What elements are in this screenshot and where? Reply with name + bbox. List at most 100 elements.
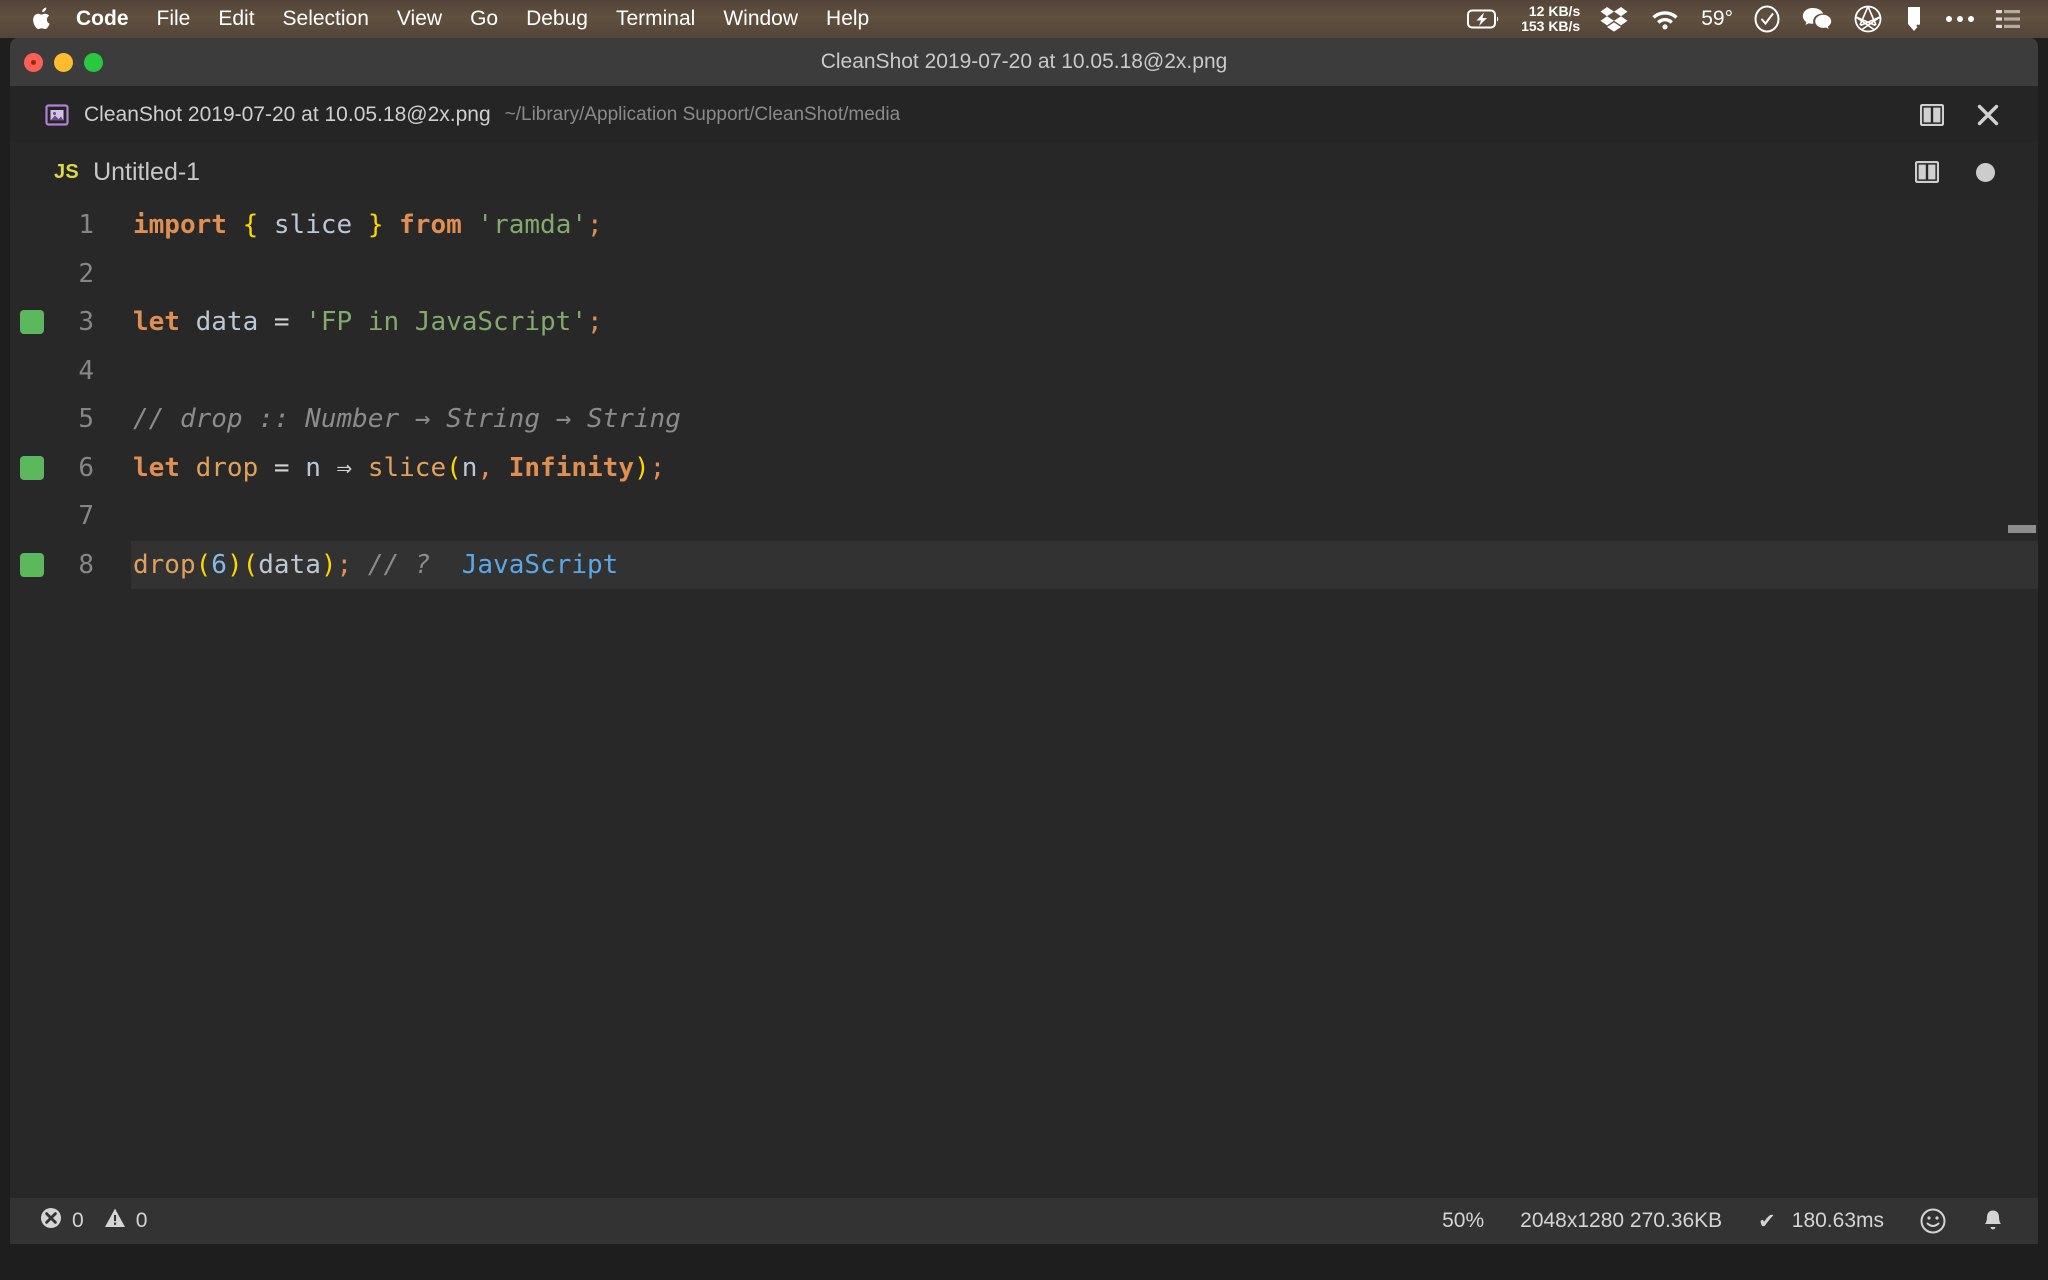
- code-line[interactable]: 6 let drop = n ⇒ slice(n, Infinity);: [10, 444, 2038, 493]
- apple-logo-icon[interactable]: [22, 0, 62, 38]
- status-bar-left: 0 0: [10, 1198, 155, 1244]
- timing-value: 180.63ms: [1791, 1209, 1884, 1232]
- code-token: let: [133, 307, 180, 338]
- code-token: n: [461, 452, 478, 483]
- git-modified-marker[interactable]: [20, 455, 44, 480]
- code-token: ⇒: [336, 452, 353, 483]
- list-menu-icon[interactable]: [1985, 0, 2032, 38]
- code-line[interactable]: 5 // drop :: Number → String → String: [10, 395, 2038, 444]
- code-line[interactable]: 1 import { slice } from 'ramda';: [10, 201, 2038, 250]
- wifi-icon[interactable]: [1639, 0, 1691, 38]
- code-token: ;: [586, 307, 603, 338]
- file-bar-actions: [1904, 87, 2038, 143]
- cleanshot-icon[interactable]: [1893, 0, 1935, 38]
- overview-ruler-mark: [2008, 525, 2036, 534]
- line-number: 2: [78, 258, 94, 289]
- menu-item-go[interactable]: Go: [456, 0, 512, 38]
- code-token: data: [258, 549, 321, 580]
- breadcrumb-file-name[interactable]: CleanShot 2019-07-20 at 10.05.18@2x.png: [84, 103, 491, 127]
- code-token: slice: [367, 452, 447, 483]
- code-token: {: [242, 210, 259, 241]
- zoom-window-button[interactable]: [84, 52, 103, 72]
- zoom-level[interactable]: 50%: [1424, 1198, 1502, 1244]
- split-editor-icon[interactable]: [1898, 143, 1956, 201]
- code-token: ;: [649, 452, 666, 483]
- network-speed-indicator[interactable]: 12 KB/s 153 KB/s: [1512, 4, 1589, 33]
- code-text: drop(6)(data); // ? JavaScript: [112, 552, 618, 578]
- unsaved-dot-icon[interactable]: [1956, 143, 2014, 201]
- check-icon: ✔: [1758, 1209, 1776, 1233]
- image-info[interactable]: 2048x1280 270.36KB: [1502, 1198, 1740, 1244]
- menu-item-edit[interactable]: Edit: [204, 0, 268, 38]
- editor-tab-title[interactable]: Untitled-1: [93, 158, 200, 187]
- split-editor-icon[interactable]: [1904, 87, 1960, 143]
- line-number: 7: [78, 501, 94, 532]
- code-text: let data = 'FP in JavaScript';: [112, 309, 603, 335]
- code-line[interactable]: 2: [10, 250, 2038, 299]
- error-circle-icon: [40, 1207, 62, 1235]
- code-token: // drop :: Number → String → String: [133, 404, 681, 435]
- code-text: import { slice } from 'ramda';: [112, 212, 603, 238]
- close-window-button[interactable]: [24, 52, 43, 72]
- code-token: ;: [336, 549, 353, 580]
- overview-ruler-scrollbar[interactable]: [2008, 201, 2038, 1198]
- menu-item-debug[interactable]: Debug: [512, 0, 602, 38]
- menu-item-view[interactable]: View: [383, 0, 456, 38]
- smiley-icon[interactable]: [1902, 1198, 1964, 1244]
- code-token: 'ramda': [477, 210, 587, 241]
- menu-item-file[interactable]: File: [143, 0, 205, 38]
- code-token: (: [195, 549, 212, 580]
- git-modified-marker[interactable]: [20, 310, 44, 335]
- macos-menu-bar: Code File Edit Selection View Go Debug T…: [0, 0, 2048, 38]
- line-number: 5: [78, 404, 94, 435]
- wechat-icon[interactable]: [1791, 0, 1843, 38]
- menu-item-selection[interactable]: Selection: [269, 0, 383, 38]
- code-token: let: [133, 452, 180, 483]
- battery-charging-icon[interactable]: [1456, 0, 1512, 38]
- dropbox-icon[interactable]: [1589, 0, 1639, 38]
- code-token: import: [133, 210, 227, 241]
- code-token: slice: [273, 210, 353, 241]
- code-token: ,: [477, 452, 494, 483]
- problems-indicator[interactable]: 0 0: [32, 1198, 155, 1244]
- bell-icon[interactable]: [1964, 1198, 2022, 1244]
- menu-item-window[interactable]: Window: [709, 0, 812, 38]
- editor-tab-actions: [1898, 143, 2038, 201]
- error-count: 0: [72, 1209, 84, 1232]
- menu-item-terminal[interactable]: Terminal: [602, 0, 709, 38]
- file-breadcrumb-bar: CleanShot 2019-07-20 at 10.05.18@2x.png …: [10, 86, 2038, 143]
- quokka-timing[interactable]: ✔ 180.63ms: [1740, 1198, 1902, 1244]
- code-token: ;: [587, 210, 603, 241]
- clock-check-icon[interactable]: [1743, 0, 1791, 38]
- breadcrumb-file-path[interactable]: ~/Library/Application Support/CleanShot/…: [505, 104, 901, 126]
- code-line[interactable]: 3 let data = 'FP in JavaScript';: [10, 298, 2038, 347]
- close-icon[interactable]: [1960, 87, 2016, 143]
- aperture-icon[interactable]: [1843, 0, 1893, 38]
- code-token: ): [633, 452, 650, 483]
- code-line[interactable]: 4: [10, 347, 2038, 396]
- code-line[interactable]: 7: [10, 492, 2038, 541]
- code-editor[interactable]: 1 import { slice } from 'ramda'; 2 3 let dat…: [10, 201, 2038, 1198]
- menu-item-help[interactable]: Help: [812, 0, 883, 38]
- code-token: from: [399, 210, 462, 241]
- line-number: 1: [78, 210, 94, 241]
- line-number: 4: [78, 355, 94, 386]
- ellipsis-icon[interactable]: [1935, 0, 1985, 38]
- network-up-speed: 153 KB/s: [1521, 18, 1581, 34]
- menu-item-code[interactable]: Code: [62, 0, 143, 38]
- minimize-window-button[interactable]: [54, 52, 73, 72]
- temperature-indicator[interactable]: 59°: [1691, 0, 1743, 38]
- line-number: 8: [78, 549, 94, 580]
- code-token: }: [367, 210, 384, 241]
- code-line[interactable]: 8 drop(6)(data); // ? JavaScript: [10, 540, 2038, 589]
